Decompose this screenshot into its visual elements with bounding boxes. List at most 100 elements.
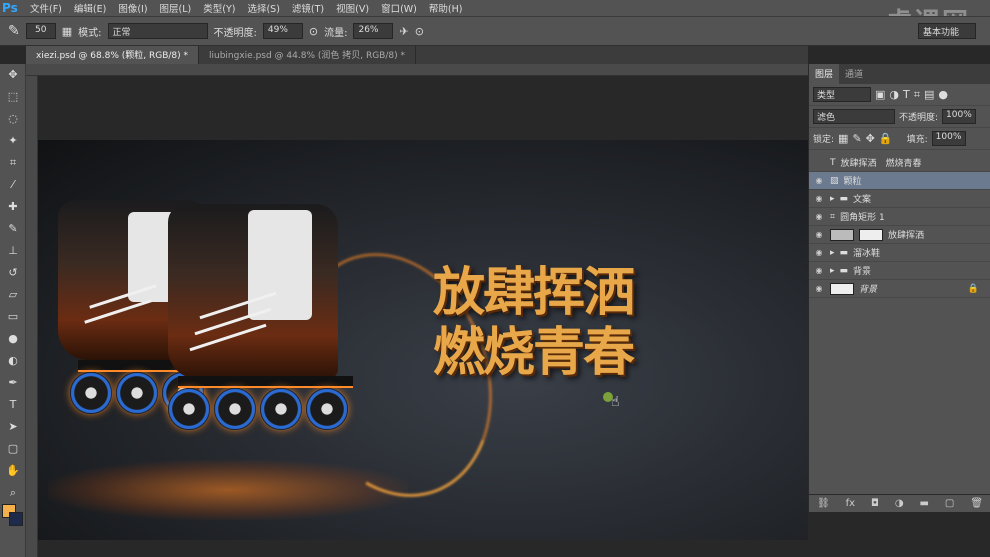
move-tool-icon[interactable]: ✥ xyxy=(0,64,26,86)
ps-logo: Ps xyxy=(2,1,18,15)
add-mask-icon[interactable]: ◘ xyxy=(871,498,879,509)
brush-size-picker[interactable]: 50 xyxy=(25,23,56,39)
headline-line-2: 燃烧青春 xyxy=(433,323,635,383)
opacity-input[interactable]: 49% xyxy=(262,23,303,39)
shape-tool-icon[interactable]: ▢ xyxy=(0,438,26,460)
lock-position-icon[interactable]: ✥ xyxy=(866,132,875,145)
brush-tool-icon-side[interactable]: ✎ xyxy=(0,218,26,240)
layer-row[interactable]: T 放肆挥洒 燃烧青春 xyxy=(809,154,990,172)
lasso-tool-icon[interactable]: ◌ xyxy=(0,108,26,130)
brush-tool-icon[interactable]: ✎ xyxy=(8,23,20,39)
filter-kind-select[interactable]: 类型 xyxy=(813,87,871,102)
layer-name: 背景 xyxy=(853,267,872,277)
expand-arrow-icon[interactable]: ▸ xyxy=(830,248,835,258)
layer-row[interactable]: ◉ ▸ ▬ 溜冰鞋 xyxy=(809,244,990,262)
eye-icon[interactable]: ◉ xyxy=(813,248,825,257)
visibility-toggle[interactable] xyxy=(813,158,825,167)
link-layers-icon[interactable]: ⛓ xyxy=(817,498,830,509)
ruler-horizontal[interactable] xyxy=(26,64,808,76)
healing-tool-icon[interactable]: ✚ xyxy=(0,196,26,218)
eraser-tool-icon[interactable]: ▱ xyxy=(0,284,26,306)
layer-thumbnail xyxy=(830,228,854,241)
menu-image[interactable]: 图像(I) xyxy=(112,1,153,15)
adjustment-layer-icon[interactable]: ◑ xyxy=(895,498,904,509)
pressure-opacity-icon[interactable]: ⊙ xyxy=(309,25,318,38)
menu-help[interactable]: 帮助(H) xyxy=(423,1,469,15)
filter-toggle-icon[interactable]: ● xyxy=(938,88,948,101)
marquee-tool-icon[interactable]: ⬚ xyxy=(0,86,26,108)
tab-channels[interactable]: 通道 xyxy=(839,64,869,84)
eye-icon[interactable]: ◉ xyxy=(813,230,825,239)
pressure-size-icon[interactable]: ⊙ xyxy=(415,25,424,38)
mode-label: 模式: xyxy=(78,27,102,39)
lock-pixels-icon[interactable]: ✎ xyxy=(852,132,861,145)
layer-filter-row: 类型 ▣ ◑ T ⌗ ▤ ● xyxy=(809,84,990,106)
menu-filter[interactable]: 滤镜(T) xyxy=(286,1,330,15)
menu-edit[interactable]: 编辑(E) xyxy=(68,1,112,15)
menu-select[interactable]: 选择(S) xyxy=(241,1,285,15)
blur-tool-icon[interactable]: ● xyxy=(0,328,26,350)
artboard[interactable]: 放肆挥洒 燃烧青春 ☝ xyxy=(38,140,808,540)
layer-row-selected[interactable]: ◉ ▧ 颗粒 xyxy=(809,172,990,190)
zoom-tool-icon[interactable]: ⌕ xyxy=(0,482,26,504)
delete-layer-icon[interactable]: 🗑 xyxy=(970,498,983,509)
layer-row[interactable]: ◉ ▸ ▬ 文案 xyxy=(809,190,990,208)
layer-name: 颗粒 xyxy=(843,177,862,187)
filter-adjust-icon[interactable]: ◑ xyxy=(889,88,899,101)
tab-layers[interactable]: 图层 xyxy=(809,64,840,84)
lock-transparent-icon[interactable]: ▦ xyxy=(838,132,848,145)
eye-icon[interactable]: ◉ xyxy=(813,284,825,293)
lock-all-icon[interactable]: 🔒 xyxy=(879,132,893,145)
ruler-vertical[interactable] xyxy=(26,76,38,557)
menu-view[interactable]: 视图(V) xyxy=(330,1,375,15)
menu-layer[interactable]: 图层(L) xyxy=(154,1,198,15)
eyedropper-tool-icon[interactable]: ⁄ xyxy=(0,174,26,196)
gradient-tool-icon[interactable]: ▭ xyxy=(0,306,26,328)
blend-mode-select[interactable]: 滤色 xyxy=(813,109,895,124)
background-color-swatch[interactable] xyxy=(9,512,23,526)
eye-icon[interactable]: ◉ xyxy=(813,212,825,221)
layer-row[interactable]: ◉ 放肆挥洒 xyxy=(809,226,990,244)
layer-row[interactable]: ◉ 背景 🔒 xyxy=(809,280,990,298)
filter-smart-icon[interactable]: ▤ xyxy=(924,88,934,101)
layer-row[interactable]: ◉ ⌗ 圆角矩形 1 xyxy=(809,208,990,226)
menu-window[interactable]: 窗口(W) xyxy=(375,1,423,15)
layer-row[interactable]: ◉ ▸ ▬ 背景 xyxy=(809,262,990,280)
mode-select[interactable]: 正常 xyxy=(107,23,208,39)
history-brush-icon[interactable]: ↺ xyxy=(0,262,26,284)
menu-file[interactable]: 文件(F) xyxy=(24,1,68,15)
fx-icon[interactable]: fx xyxy=(846,498,855,509)
expand-arrow-icon[interactable]: ▸ xyxy=(830,266,835,276)
dodge-tool-icon[interactable]: ◐ xyxy=(0,350,26,372)
tab-liubingxie[interactable]: liubingxie.psd @ 44.8% (润色 拷贝, RGB/8) * xyxy=(199,46,416,64)
fill-input[interactable]: 100% xyxy=(931,131,966,146)
canvas-area[interactable]: 放肆挥洒 燃烧青春 ☝ xyxy=(38,76,808,557)
eye-icon[interactable]: ◉ xyxy=(813,176,825,185)
pen-tool-icon[interactable]: ✒ xyxy=(0,372,26,394)
magic-wand-tool-icon[interactable]: ✦ xyxy=(0,130,26,152)
filter-type-icon[interactable]: T xyxy=(903,88,910,101)
crop-tool-icon[interactable]: ⌗ xyxy=(0,152,26,174)
workspace-select[interactable]: 基本功能 xyxy=(918,23,976,39)
new-group-icon[interactable]: ▬ xyxy=(920,498,929,509)
brush-panel-icon[interactable]: ▦ xyxy=(62,25,72,38)
menu-type[interactable]: 类型(Y) xyxy=(197,1,241,15)
eye-icon[interactable]: ◉ xyxy=(813,266,825,275)
hand-tool-icon[interactable]: ✋ xyxy=(0,460,26,482)
new-layer-icon[interactable]: ▢ xyxy=(945,498,954,509)
eye-icon[interactable]: ◉ xyxy=(813,194,825,203)
type-tool-icon[interactable]: T xyxy=(0,394,26,416)
airbrush-icon[interactable]: ✈ xyxy=(399,25,408,38)
layer-name: 放肆挥洒 xyxy=(888,231,925,241)
expand-arrow-icon[interactable]: ▸ xyxy=(830,194,835,204)
tab-xiezi[interactable]: xiezi.psd @ 68.8% (颗粒, RGB/8) * xyxy=(26,46,200,64)
stamp-tool-icon[interactable]: ⊥ xyxy=(0,240,26,262)
wheel xyxy=(260,388,302,430)
layer-name: 文案 xyxy=(853,195,872,205)
filter-shape-icon[interactable]: ⌗ xyxy=(914,88,920,102)
filter-pixel-icon[interactable]: ▣ xyxy=(875,88,885,101)
folder-icon: ▬ xyxy=(839,247,849,258)
layer-opacity-input[interactable]: 100% xyxy=(942,109,977,124)
path-select-tool-icon[interactable]: ➤ xyxy=(0,416,26,438)
flow-input[interactable]: 26% xyxy=(353,23,394,39)
